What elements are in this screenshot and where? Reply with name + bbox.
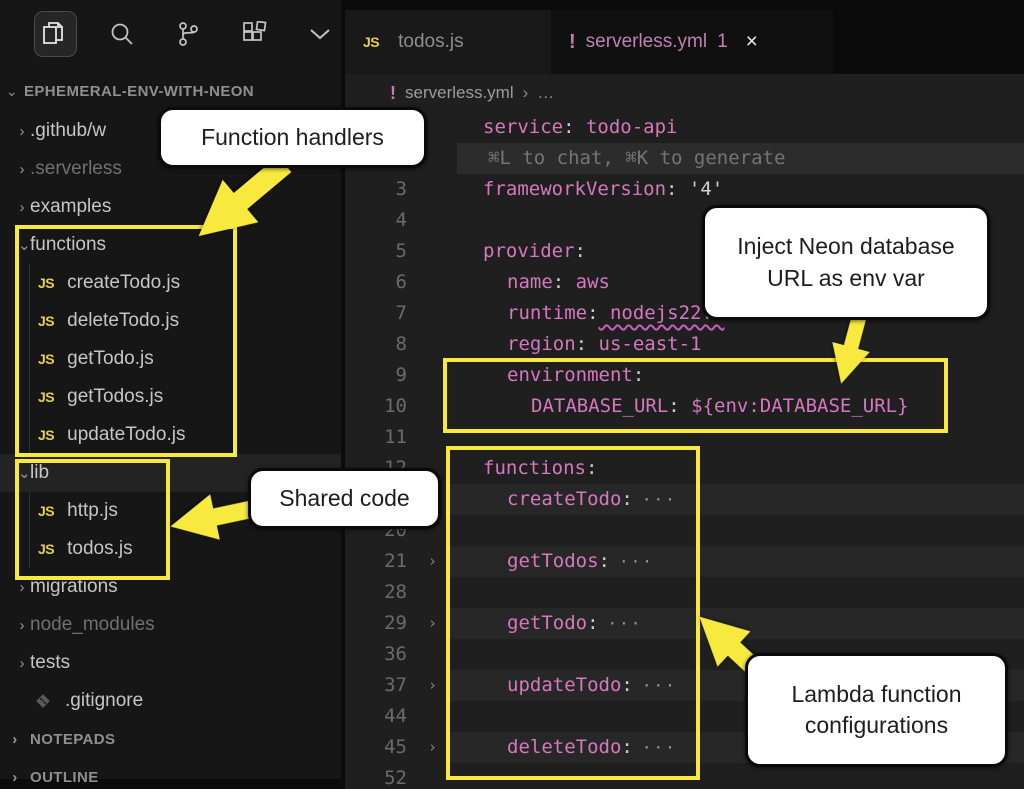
line-number: 28 — [345, 577, 407, 608]
code-line-1[interactable]: 1service: todo-api — [345, 112, 1024, 143]
yaml-warning-icon: ! — [390, 83, 396, 104]
line-number: 36 — [345, 639, 407, 670]
chevron-right-icon: › — [0, 123, 26, 140]
fold-gutter — [407, 298, 458, 329]
tree-item-label: .gitignore — [61, 690, 143, 712]
extensions-icon[interactable] — [233, 11, 275, 57]
callout-lambda-config: Lambda function configurations — [745, 653, 1008, 767]
line-number: 6 — [345, 267, 407, 298]
chevron-right-icon: › — [0, 617, 26, 634]
line-number: 9 — [345, 360, 407, 391]
callout-function-handlers: Function handlers — [158, 107, 427, 168]
tree-item-label: .github/w — [26, 120, 106, 142]
chevron-right-icon: › — [0, 769, 26, 786]
line-number: 44 — [345, 701, 407, 732]
line-number: 11 — [345, 422, 407, 453]
sidebar-section-notepads[interactable]: ›NOTEPADS — [0, 720, 341, 758]
line-number: 4 — [345, 205, 407, 236]
line-number: 5 — [345, 236, 407, 267]
tab-label: serverless.yml — [586, 31, 707, 53]
code-text: frameworkVersion: '4' — [458, 174, 723, 205]
explorer-root-header[interactable]: ⌄ EPHEMERAL-ENV-WITH-NEON — [0, 76, 341, 106]
chevron-down-icon[interactable] — [299, 11, 341, 57]
chevron-right-icon: › — [0, 161, 26, 178]
line-number: 52 — [345, 763, 407, 789]
fold-gutter — [407, 236, 458, 267]
code-text: region: us-east-1 — [458, 329, 701, 360]
tree-item-gitignore[interactable]: .gitignore — [0, 682, 341, 720]
code-line-2[interactable]: 2⌘L to chat, ⌘K to generate — [345, 143, 1024, 174]
tab-label: todos.js — [398, 31, 463, 53]
code-text: service: todo-api — [458, 112, 677, 143]
sidebar-section-outline[interactable]: ›OUTLINE — [0, 758, 341, 789]
ai-ghost-hint: ⌘L to chat, ⌘K to generate — [458, 147, 785, 169]
breadcrumb[interactable]: ! serverless.yml › … — [345, 74, 1024, 112]
chevron-down-icon: ⌄ — [0, 83, 24, 100]
tab-badge: 1 — [717, 31, 728, 53]
tree-item-label: OUTLINE — [26, 769, 99, 786]
breadcrumb-more: … — [537, 83, 554, 103]
chevron-right-icon: › — [0, 199, 26, 216]
tree-item-label: examples — [26, 196, 111, 218]
tree-item-label: node_modules — [26, 614, 155, 636]
close-icon[interactable]: × — [746, 30, 758, 54]
breadcrumb-file: serverless.yml — [405, 83, 514, 103]
fold-gutter — [407, 329, 458, 360]
fold-gutter — [407, 267, 458, 298]
source-control-icon[interactable] — [167, 11, 209, 57]
explorer-icon[interactable] — [34, 11, 77, 57]
tree-item-tests[interactable]: ›tests — [0, 644, 341, 682]
line-number: 21 — [345, 546, 407, 577]
tab-serverless-yml[interactable]: ! serverless.yml 1 × — [551, 10, 833, 74]
code-text: runtime: nodejs22.x — [458, 298, 724, 329]
line-number: 29 — [345, 608, 407, 639]
chevron-right-icon: › — [0, 579, 26, 596]
activity-bar — [0, 4, 341, 64]
tab-bar: JS todos.js ! serverless.yml 1 × — [345, 10, 1024, 74]
line-number: 8 — [345, 329, 407, 360]
line-number: 7 — [345, 298, 407, 329]
line-number: 37 — [345, 670, 407, 701]
line-number: 45 — [345, 732, 407, 763]
search-icon[interactable] — [101, 11, 143, 57]
code-line-3[interactable]: 3 frameworkVersion: '4' — [345, 174, 1024, 205]
tree-item-label: .serverless — [26, 158, 122, 180]
callout-shared-code: Shared code — [248, 468, 441, 529]
tree-item-node-modules[interactable]: ›node_modules — [0, 606, 341, 644]
tab-todos-js[interactable]: JS todos.js — [345, 10, 551, 74]
highlight-box-functions-folder — [15, 225, 237, 457]
code-text: name: aws — [458, 267, 610, 298]
code-line-8[interactable]: 8 region: us-east-1 — [345, 329, 1024, 360]
highlight-box-lib-folder — [15, 459, 170, 580]
callout-inject-neon: Inject Neon database URL as env var — [702, 205, 990, 320]
tree-item-label: NOTEPADS — [26, 731, 115, 748]
tree-item-label: tests — [26, 652, 70, 674]
code-text: ⌘L to chat, ⌘K to generate — [458, 143, 785, 174]
breadcrumb-separator: › — [523, 83, 529, 103]
app-window: ⌄ EPHEMERAL-ENV-WITH-NEON ›.github/w›.se… — [0, 0, 1024, 789]
code-text: provider: — [458, 236, 586, 267]
git-icon — [34, 692, 52, 710]
yaml-warning-icon: ! — [569, 31, 576, 54]
chevron-right-icon: › — [0, 731, 26, 748]
highlight-box-functions-config — [446, 446, 700, 780]
js-icon: JS — [363, 34, 379, 50]
chevron-right-icon: › — [0, 655, 26, 672]
project-name: EPHEMERAL-ENV-WITH-NEON — [24, 83, 254, 100]
fold-gutter — [407, 174, 458, 205]
fold-gutter — [407, 205, 458, 236]
line-number: 10 — [345, 391, 407, 422]
line-number: 3 — [345, 174, 407, 205]
